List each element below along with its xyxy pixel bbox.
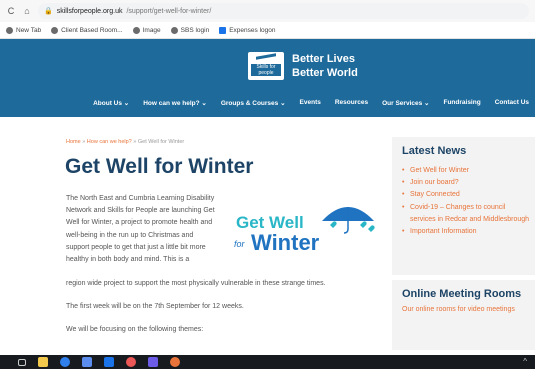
news-item[interactable]: Get Well for Winter bbox=[402, 165, 531, 177]
tagline-line-1: Better Lives bbox=[292, 53, 355, 65]
latest-news-panel: Latest News Get Well for Winter Join our… bbox=[392, 137, 535, 275]
bookmark-label: Expenses logon bbox=[229, 26, 276, 34]
globe-icon bbox=[170, 26, 178, 34]
chrome-icon[interactable] bbox=[126, 357, 136, 367]
nav-about-us[interactable]: About Us ⌄ bbox=[93, 99, 129, 107]
page-title: Get Well for Winter bbox=[65, 155, 254, 178]
document-icon bbox=[219, 26, 227, 34]
intro-paragraph-end: region wide project to support the most … bbox=[66, 280, 326, 287]
online-meeting-link[interactable]: Our online rooms for video meetings bbox=[392, 300, 535, 313]
news-item[interactable]: Stay Connected bbox=[402, 189, 531, 201]
logo-text: Skills for people bbox=[251, 64, 281, 76]
teams-icon[interactable] bbox=[148, 357, 158, 367]
online-meeting-panel: Online Meeting Rooms Our online rooms fo… bbox=[392, 280, 535, 350]
bookmark-label: Client Based Room... bbox=[61, 26, 123, 34]
bookmark-label: Image bbox=[142, 26, 161, 34]
url-domain: skillsforpeople.org.uk bbox=[56, 7, 123, 15]
bookmark-label: New Tab bbox=[16, 26, 42, 34]
home-icon[interactable]: ⌂ bbox=[22, 6, 32, 16]
url-path: /support/get-well-for-winter/ bbox=[126, 7, 212, 15]
browser-address-bar: C ⌂ 🔒 skillsforpeople.org.uk/support/get… bbox=[0, 0, 535, 22]
bookmark-client-room[interactable]: Client Based Room... bbox=[51, 26, 123, 34]
logo-line-for: for bbox=[234, 239, 245, 249]
schedule-paragraph: The first week will be on the 7th Septem… bbox=[66, 303, 244, 310]
chevron-up-icon[interactable]: ^ bbox=[523, 357, 527, 366]
main-nav: About Us ⌄ How can we help? ⌄ Groups & C… bbox=[0, 99, 535, 107]
page-content: Home » How can we help? » Get Well for W… bbox=[0, 117, 535, 355]
nav-contact-us[interactable]: Contact Us bbox=[495, 99, 529, 107]
bookmark-new-tab[interactable]: New Tab bbox=[6, 26, 42, 34]
bookmarks-bar: New Tab Client Based Room... Image SBS l… bbox=[0, 22, 535, 39]
task-view-icon[interactable] bbox=[18, 358, 26, 366]
file-explorer-icon[interactable] bbox=[38, 357, 48, 367]
nav-how-can-we-help[interactable]: How can we help? ⌄ bbox=[143, 99, 207, 107]
globe-icon bbox=[132, 26, 140, 34]
app-icon[interactable] bbox=[170, 357, 180, 367]
get-well-for-winter-logo: Get Well for Winter bbox=[224, 199, 384, 263]
grid-icon bbox=[6, 26, 13, 34]
bookmark-sbs-login[interactable]: SBS login bbox=[170, 26, 210, 34]
site-header: Skills for people Better Lives Better Wo… bbox=[0, 39, 535, 117]
nav-fundraising[interactable]: Fundraising bbox=[443, 99, 480, 107]
reload-icon[interactable]: C bbox=[6, 6, 16, 16]
edge-icon[interactable] bbox=[60, 357, 70, 367]
cloud-icon bbox=[51, 26, 59, 34]
bookmark-expenses[interactable]: Expenses logon bbox=[219, 26, 276, 34]
news-item[interactable]: Important Information bbox=[402, 226, 531, 238]
nav-our-services[interactable]: Our Services ⌄ bbox=[382, 99, 429, 107]
news-item[interactable]: Covid-19 – Changes to council services i… bbox=[402, 202, 531, 226]
nav-resources[interactable]: Resources bbox=[335, 99, 368, 107]
store-icon[interactable] bbox=[82, 357, 92, 367]
os-taskbar: ^ bbox=[0, 355, 535, 369]
breadcrumb-parent[interactable]: How can we help? bbox=[87, 139, 132, 145]
nav-events[interactable]: Events bbox=[300, 99, 321, 107]
online-meeting-title: Online Meeting Rooms bbox=[402, 288, 522, 300]
bookmark-image[interactable]: Image bbox=[132, 26, 161, 34]
themes-paragraph: We will be focusing on the following the… bbox=[66, 326, 204, 333]
latest-news-title: Latest News bbox=[402, 145, 467, 157]
news-list: Get Well for Winter Join our board? Stay… bbox=[392, 157, 535, 238]
url-field[interactable]: 🔒 skillsforpeople.org.uk/support/get-wel… bbox=[38, 3, 529, 19]
breadcrumb: Home » How can we help? » Get Well for W… bbox=[66, 139, 184, 145]
outlook-icon[interactable] bbox=[104, 357, 114, 367]
news-item[interactable]: Join our board? bbox=[402, 177, 531, 189]
site-logo[interactable]: Skills for people Better Lives Better Wo… bbox=[248, 52, 358, 80]
bookmark-label: SBS login bbox=[180, 26, 210, 34]
lock-icon: 🔒 bbox=[44, 8, 53, 15]
breadcrumb-separator: » bbox=[133, 139, 137, 145]
nav-groups-courses[interactable]: Groups & Courses ⌄ bbox=[221, 99, 286, 107]
breadcrumb-home[interactable]: Home bbox=[66, 139, 81, 145]
umbrella-hearts-icon bbox=[322, 207, 375, 234]
tagline-line-2: Better World bbox=[292, 67, 358, 79]
intro-paragraph: The North East and Cumbria Learning Disa… bbox=[66, 195, 215, 264]
breadcrumb-separator: » bbox=[82, 139, 86, 145]
logo-line-winter: Winter bbox=[251, 230, 320, 255]
logo-badge: Skills for people bbox=[248, 52, 284, 80]
breadcrumb-current: Get Well for Winter bbox=[137, 139, 185, 145]
